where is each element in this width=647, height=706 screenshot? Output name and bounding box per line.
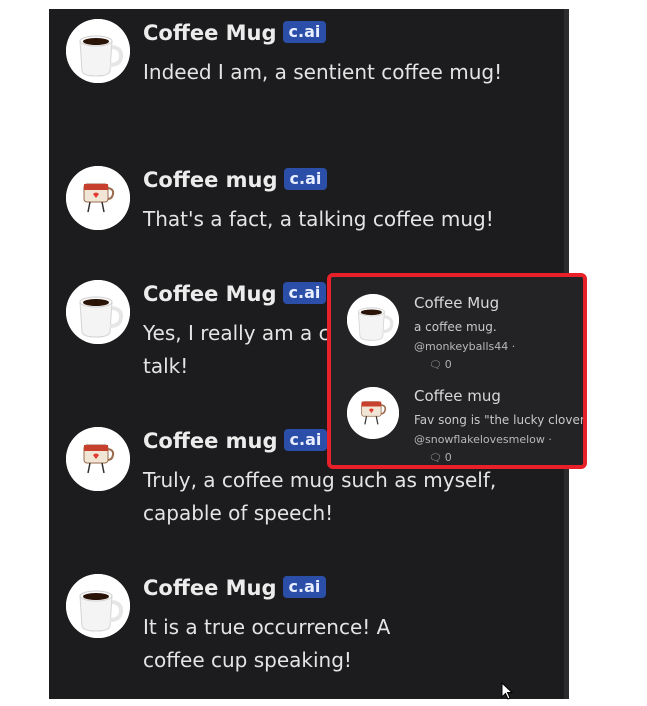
chat-count: 🗨 0 bbox=[429, 358, 452, 371]
avatar[interactable] bbox=[66, 427, 130, 491]
message-author: Coffee Mug c.ai bbox=[143, 21, 327, 45]
chat-bubble-icon: 🗨 bbox=[429, 360, 442, 371]
message-text: It is a true occurrence! A coffee cup sp… bbox=[143, 615, 391, 672]
character-search-popup: Coffee Mug a coffee mug. @monkeyballs44 … bbox=[327, 273, 587, 469]
message-author: Coffee Mug c.ai bbox=[143, 282, 327, 306]
coffee-mug-icon bbox=[347, 294, 399, 346]
result-creator: @monkeyballs44 · bbox=[414, 340, 516, 353]
message-text: Truly, a coffee mug such as myself, capa… bbox=[143, 468, 497, 525]
result-name: Coffee mug bbox=[414, 387, 501, 405]
avatar bbox=[347, 387, 399, 439]
chat-count: 🗨 0 bbox=[429, 451, 452, 464]
cartoon-mug-icon bbox=[347, 387, 399, 439]
message-text: Indeed I am, a sentient coffee mug! bbox=[143, 60, 503, 84]
result-description: Fav song is "the lucky clover" bbox=[414, 413, 587, 427]
coffee-mug-icon bbox=[66, 280, 130, 344]
avatar[interactable] bbox=[66, 19, 130, 83]
message-author: Coffee Mug c.ai bbox=[143, 576, 327, 600]
chat-bubble-icon: 🗨 bbox=[429, 453, 442, 464]
coffee-mug-icon bbox=[66, 19, 130, 83]
result-creator: @snowflakelovesmelow · bbox=[414, 433, 552, 446]
message-author: Coffee mug c.ai bbox=[143, 429, 328, 453]
message-author: Coffee mug c.ai bbox=[143, 168, 328, 192]
result-description: a coffee mug. bbox=[414, 320, 497, 334]
message-text: That's a fact, a talking coffee mug! bbox=[143, 207, 494, 231]
avatar[interactable] bbox=[66, 166, 130, 230]
cartoon-mug-icon bbox=[66, 427, 130, 491]
cai-badge: c.ai bbox=[282, 282, 327, 304]
coffee-mug-icon bbox=[66, 574, 130, 638]
cai-badge: c.ai bbox=[282, 576, 327, 598]
cai-badge: c.ai bbox=[283, 168, 328, 190]
result-name: Coffee Mug bbox=[414, 294, 500, 312]
cai-badge: c.ai bbox=[283, 429, 328, 451]
cai-badge: c.ai bbox=[282, 21, 327, 43]
cartoon-mug-icon bbox=[66, 166, 130, 230]
cursor-icon bbox=[501, 682, 514, 700]
avatar[interactable] bbox=[66, 280, 130, 344]
avatar bbox=[347, 294, 399, 346]
avatar[interactable] bbox=[66, 574, 130, 638]
